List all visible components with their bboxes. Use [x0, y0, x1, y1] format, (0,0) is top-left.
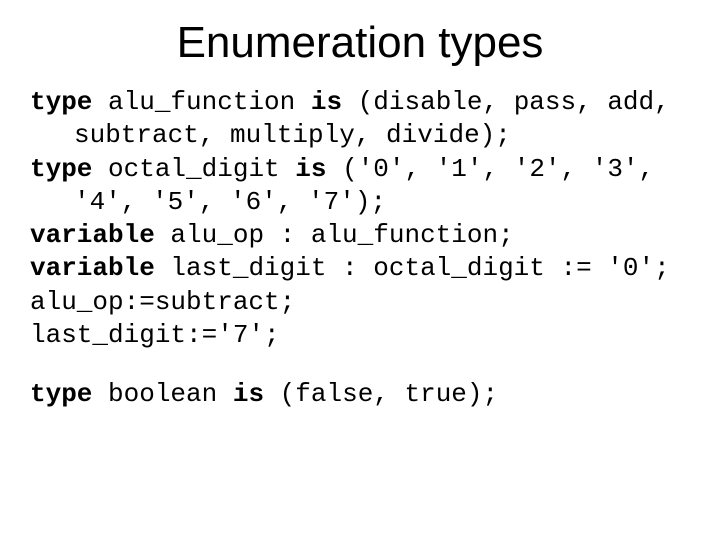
keyword-is: is: [295, 154, 326, 184]
code-block: type alu_function is (disable, pass, add…: [30, 86, 690, 411]
code-line-2: type octal_digit is ('0', '1', '2', '3',…: [30, 153, 690, 220]
code-text: last_digit : octal_digit := '0';: [155, 253, 670, 283]
code-text: (false, true);: [264, 379, 498, 409]
keyword-type: type: [30, 87, 92, 117]
slide-title: Enumeration types: [30, 18, 690, 68]
code-text: alu_op : alu_function;: [155, 220, 514, 250]
keyword-type: type: [30, 154, 92, 184]
keyword-is: is: [233, 379, 264, 409]
code-line-6: last_digit:='7';: [30, 319, 690, 352]
code-text: octal_digit: [92, 154, 295, 184]
code-line-1: type alu_function is (disable, pass, add…: [30, 86, 690, 153]
spacer: [30, 352, 690, 378]
code-text: last_digit:='7';: [30, 320, 280, 350]
keyword-variable: variable: [30, 253, 155, 283]
code-line-4: variable last_digit : octal_digit := '0'…: [30, 252, 690, 285]
code-line-5: alu_op:=subtract;: [30, 286, 690, 319]
keyword-is: is: [311, 87, 342, 117]
keyword-variable: variable: [30, 220, 155, 250]
code-text: alu_function: [92, 87, 310, 117]
code-text: alu_op:=subtract;: [30, 287, 295, 317]
code-line-7: type boolean is (false, true);: [30, 378, 690, 411]
code-text: boolean: [92, 379, 232, 409]
code-line-3: variable alu_op : alu_function;: [30, 219, 690, 252]
keyword-type: type: [30, 379, 92, 409]
